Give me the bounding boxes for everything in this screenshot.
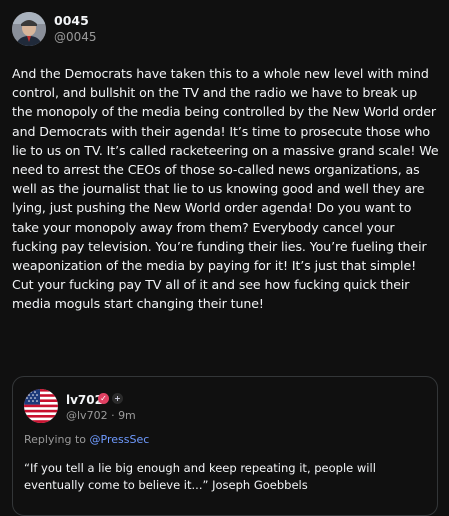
post-text: And the Democrats have taken this to a w… xyxy=(12,66,439,312)
plus-badge-icon: + xyxy=(112,393,123,404)
author-name[interactable]: 0045 xyxy=(54,13,89,28)
meta-separator: · xyxy=(111,409,115,422)
quoted-text: “If you tell a lie big enough and keep r… xyxy=(24,461,376,492)
avatar-photo-icon xyxy=(12,12,46,46)
reply-mention-link[interactable]: @PressSec xyxy=(90,433,150,446)
verified-badge-icon: ✓ xyxy=(98,393,109,404)
quoted-meta: @lv702 · 9m xyxy=(66,409,136,422)
replying-to: Replying to @PressSec xyxy=(24,433,149,446)
quoted-post[interactable]: lv702 ✓ + @lv702 · 9m Replying to @Press… xyxy=(12,376,438,516)
author-avatar[interactable] xyxy=(12,12,46,46)
post: 0045 @0045 And the Democrats have taken … xyxy=(0,0,449,516)
author-handle[interactable]: @0045 xyxy=(54,30,97,44)
us-flag-icon[interactable] xyxy=(24,389,58,423)
quoted-handle[interactable]: @lv702 xyxy=(66,409,108,422)
replying-to-label: Replying to xyxy=(24,433,87,446)
quoted-time: 9m xyxy=(118,409,136,422)
